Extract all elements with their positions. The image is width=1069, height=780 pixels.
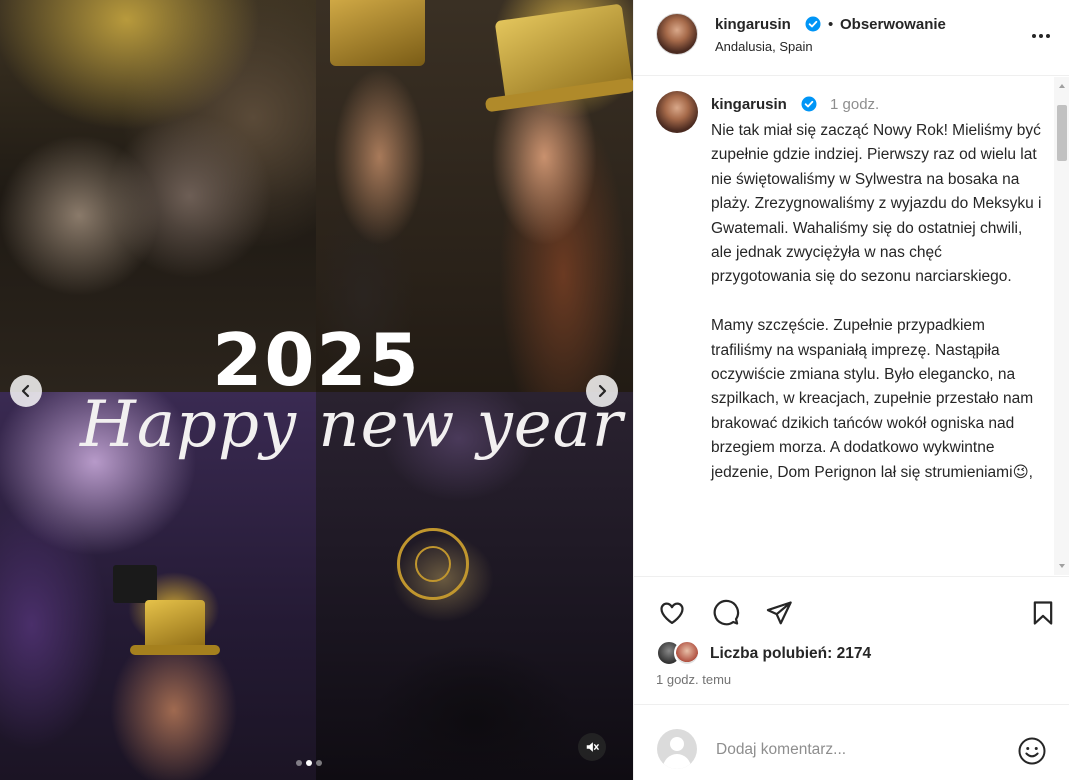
chevron-left-icon <box>21 384 30 398</box>
caption-section: kingarusin 1 godz. Nie tak miał się zacz… <box>634 77 1054 575</box>
gold-hat-decoration <box>330 0 425 66</box>
stage-emblem-inner <box>415 546 451 582</box>
carousel-dot <box>296 760 302 766</box>
comment-input[interactable] <box>716 737 1006 763</box>
smiley-icon <box>1018 737 1046 765</box>
carousel-pagination-dots <box>296 760 322 766</box>
paper-plane-icon <box>766 601 792 625</box>
gold-hat-brim <box>130 645 220 655</box>
like-button[interactable] <box>656 597 688 629</box>
share-button[interactable] <box>763 597 795 629</box>
header-separator: • <box>828 16 834 33</box>
comment-button[interactable] <box>710 597 742 629</box>
add-comment-bar <box>634 704 1069 780</box>
post-actions: Liczba polubień: 2174 1 godz. temu <box>634 576 1069 704</box>
heart-icon <box>660 602 684 625</box>
avatar-placeholder-body <box>663 754 691 769</box>
post-location[interactable]: Andalusia, Spain <box>715 39 813 54</box>
caption-author-username[interactable]: kingarusin <box>711 96 787 113</box>
more-horizontal-icon <box>1032 34 1050 38</box>
post-side-panel: kingarusin • Obserwowanie Andalusia, Spa… <box>633 0 1069 780</box>
post-header: kingarusin • Obserwowanie Andalusia, Spa… <box>634 0 1069 76</box>
carousel-dot-active <box>306 760 312 766</box>
carousel-prev-button[interactable] <box>10 375 42 407</box>
save-button[interactable] <box>1027 597 1059 629</box>
liker-avatar <box>674 640 700 666</box>
black-hat-decoration <box>113 565 157 603</box>
carousel-dot <box>316 760 322 766</box>
avatar-placeholder-head <box>670 737 684 751</box>
scrollbar-thumb[interactable] <box>1057 105 1067 161</box>
verified-badge-icon <box>801 96 817 112</box>
author-username[interactable]: kingarusin <box>715 16 791 33</box>
current-user-avatar <box>657 729 697 769</box>
liked-by-avatars[interactable] <box>656 640 702 668</box>
likes-count[interactable]: Liczba polubień: 2174 <box>710 645 871 663</box>
bookmark-icon <box>1033 601 1053 625</box>
scroll-up-arrow-icon[interactable] <box>1058 82 1066 90</box>
following-button[interactable]: Obserwowanie <box>840 16 946 33</box>
verified-badge-icon <box>805 16 821 32</box>
carousel-next-button[interactable] <box>586 375 618 407</box>
caption-scrollbar[interactable] <box>1054 77 1069 575</box>
caption-time-ago[interactable]: 1 godz. <box>830 96 879 113</box>
overlay-greeting-text: Happy new year <box>80 388 624 462</box>
chevron-right-icon <box>598 384 607 398</box>
speaker-muted-icon <box>586 742 599 752</box>
caption-text: Nie tak miał się zacząć Nowy Rok! Mieliś… <box>711 122 1042 481</box>
author-avatar[interactable] <box>656 13 698 55</box>
more-options-button[interactable] <box>1029 24 1053 48</box>
mute-button[interactable] <box>578 733 606 761</box>
gold-hat-decoration <box>145 600 205 650</box>
caption-author-avatar[interactable] <box>656 91 698 133</box>
post-media-carousel[interactable]: 2025 Happy new year <box>0 0 633 780</box>
scroll-down-arrow-icon[interactable] <box>1058 562 1066 570</box>
emoji-button[interactable] <box>1016 735 1048 767</box>
comment-bubble-icon <box>713 599 740 626</box>
post-timestamp[interactable]: 1 godz. temu <box>656 672 731 687</box>
